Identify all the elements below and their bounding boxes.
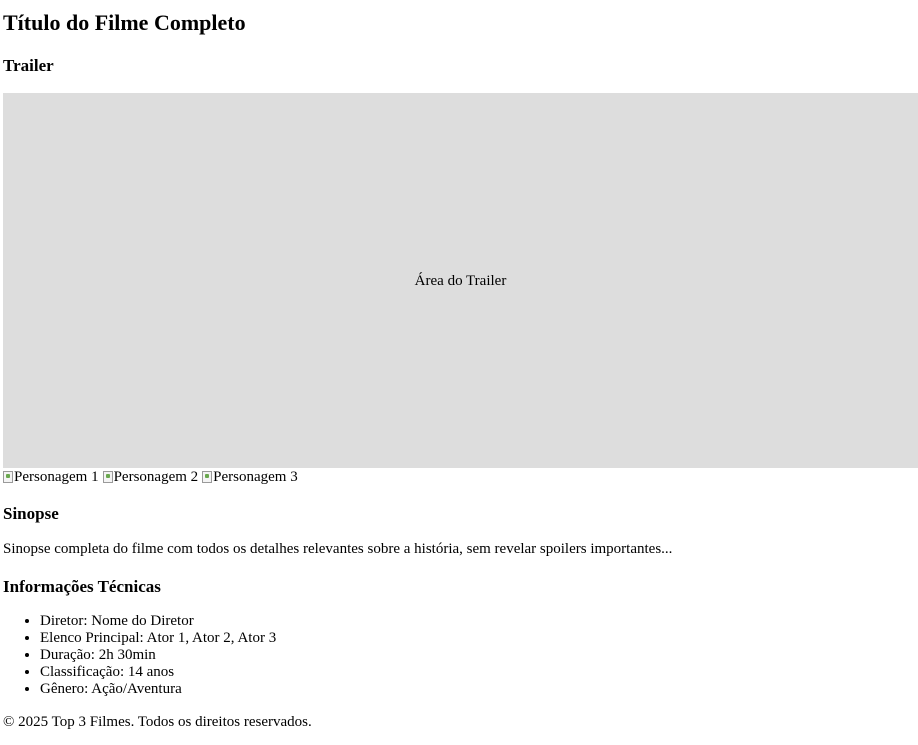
tech-info-heading: Informações Técnicas (3, 577, 161, 596)
character-image-alt: Personagem 3 (213, 469, 298, 485)
broken-image-icon (102, 471, 113, 483)
character-image-alt: Personagem 1 (14, 469, 99, 485)
character-image-1: Personagem 1 (3, 468, 99, 486)
character-image-3: Personagem 3 (202, 468, 298, 486)
page: Título do Filme Completo Trailer Área do… (0, 0, 918, 745)
broken-image-icon (3, 471, 13, 483)
character-image-row: Personagem 1 Personagem 2 Personagem 3 (3, 468, 302, 486)
page-title: Título do Filme Completo (3, 10, 246, 35)
tech-info-item-duration: Duração: 2h 30min (40, 647, 276, 664)
character-image-2: Personagem 2 (102, 468, 199, 486)
tech-info-item-director: Diretor: Nome do Diretor (40, 613, 276, 630)
tech-info-list: Diretor: Nome do Diretor Elenco Principa… (3, 613, 276, 698)
broken-image-icon (202, 471, 213, 483)
character-image-alt: Personagem 2 (113, 469, 199, 485)
tech-info-item-genre: Gênero: Ação/Aventura (40, 681, 276, 698)
tech-info-item-rating: Classificação: 14 anos (40, 664, 276, 681)
trailer-placeholder-label: Área do Trailer (414, 272, 507, 289)
footer-text: © 2025 Top 3 Filmes. Todos os direitos r… (3, 714, 312, 730)
synopsis-heading: Sinopse (3, 504, 59, 523)
trailer-area[interactable]: Área do Trailer (3, 93, 918, 468)
tech-info-item-cast: Elenco Principal: Ator 1, Ator 2, Ator 3 (40, 630, 276, 647)
trailer-heading: Trailer (3, 56, 54, 75)
synopsis-text: Sinopse completa do filme com todos os d… (3, 541, 673, 557)
